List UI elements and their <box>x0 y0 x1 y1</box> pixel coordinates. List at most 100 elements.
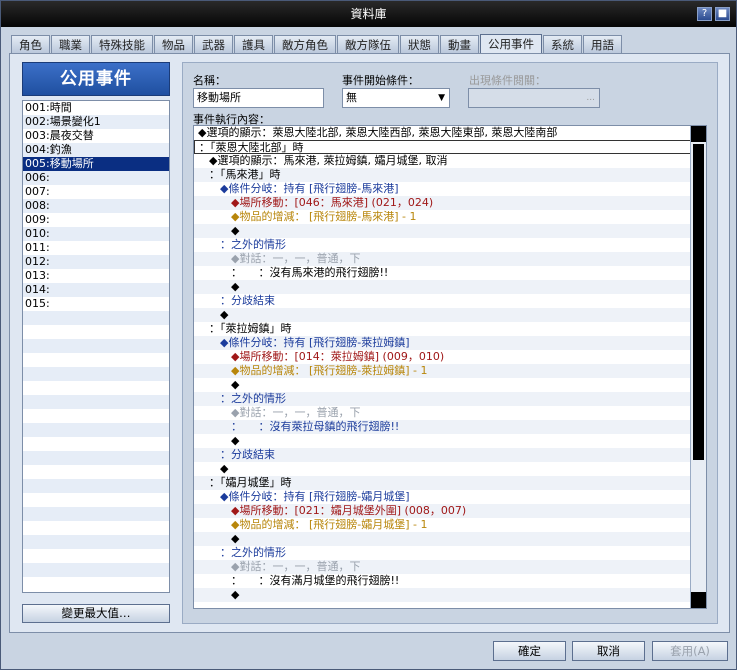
command-text: ： ：沒有萊拉母鎮的飛行翅膀!! <box>231 420 400 433</box>
tab-5[interactable]: 護具 <box>234 35 273 54</box>
tab-6[interactable]: 敵方角色 <box>274 35 336 54</box>
command-line[interactable]: ◆場所移動：[021：孀月城堡外圍] (008，007) <box>194 504 706 518</box>
apply-button: 套用(A) <box>652 641 728 661</box>
list-item-empty[interactable] <box>23 563 169 577</box>
list-item-empty[interactable] <box>23 549 169 563</box>
tab-9[interactable]: 動畫 <box>440 35 479 54</box>
tab-11[interactable]: 系統 <box>543 35 582 54</box>
scroll-thumb[interactable] <box>693 144 704 460</box>
list-item-empty[interactable] <box>23 479 169 493</box>
close-icon[interactable]: ■ <box>715 7 730 21</box>
list-item-empty[interactable] <box>23 409 169 423</box>
tab-bar: 角色 職業 特殊技能 物品 武器 護具 敵方角色 敵方隊伍 狀態 動畫 公用事件 系統 用語 <box>11 34 623 54</box>
command-text: ：「萊拉姆鎮」時 <box>209 322 292 335</box>
list-item[interactable]: 009: <box>23 213 169 227</box>
list-item-empty[interactable] <box>23 465 169 479</box>
list-item[interactable]: 011: <box>23 241 169 255</box>
command-line[interactable]: ◆對話：一，一，普通，下 <box>194 252 706 266</box>
list-item-empty[interactable] <box>23 451 169 465</box>
command-line[interactable]: ：之外的情形 <box>194 546 706 560</box>
list-item-empty[interactable] <box>23 423 169 437</box>
name-input[interactable]: 移動場所 <box>193 88 324 108</box>
list-item-empty[interactable] <box>23 577 169 591</box>
list-item-empty[interactable] <box>23 535 169 549</box>
trigger-select[interactable]: 無 ▼ <box>342 88 450 108</box>
command-line[interactable]: ：分歧結束 <box>194 294 706 308</box>
command-line[interactable]: ◆ <box>194 378 706 392</box>
vertical-scrollbar[interactable] <box>690 126 706 608</box>
list-item-empty[interactable] <box>23 367 169 381</box>
list-item-empty[interactable] <box>23 325 169 339</box>
scroll-up-arrow[interactable] <box>691 126 706 142</box>
change-max-button[interactable]: 變更最大值… <box>22 604 170 623</box>
command-text: ◆對話：一，一，普通，下 <box>231 252 361 265</box>
command-line[interactable]: ◆ <box>194 280 706 294</box>
tab-8[interactable]: 狀態 <box>400 35 439 54</box>
scroll-down-arrow[interactable] <box>691 592 706 608</box>
command-line[interactable]: ◆ <box>194 434 706 448</box>
list-item[interactable]: 002:場景變化1 <box>23 115 169 129</box>
command-line[interactable]: ◆對話：一，一，普通，下 <box>194 406 706 420</box>
command-line[interactable]: ◆ <box>194 588 706 602</box>
command-line[interactable]: ◆條件分岐：持有 [飛行翅膀-孀月城堡] <box>194 490 706 504</box>
list-item-empty[interactable] <box>23 437 169 451</box>
command-line[interactable]: ◆ <box>194 532 706 546</box>
command-line[interactable]: ：分歧結束 <box>194 448 706 462</box>
command-line[interactable]: ◆選項的顯示：萊恩大陸北部, 萊恩大陸西部, 萊恩大陸東部, 萊恩大陸南部 <box>194 126 706 140</box>
list-item-empty[interactable] <box>23 353 169 367</box>
list-item[interactable]: 005:移動場所 <box>23 157 169 171</box>
command-line[interactable]: ◆物品的增減： [飛行翅膀-馬來港] - 1 <box>194 210 706 224</box>
command-line[interactable]: ： ：沒有滿月城堡的飛行翅膀!! <box>194 574 706 588</box>
tab-10[interactable]: 公用事件 <box>480 34 542 54</box>
list-item[interactable]: 008: <box>23 199 169 213</box>
tab-1[interactable]: 職業 <box>51 35 90 54</box>
list-item-empty[interactable] <box>23 493 169 507</box>
list-item[interactable]: 007: <box>23 185 169 199</box>
tab-4[interactable]: 武器 <box>194 35 233 54</box>
list-item-empty[interactable] <box>23 521 169 535</box>
command-line[interactable]: ◆ <box>194 462 706 476</box>
help-icon[interactable]: ? <box>697 7 712 21</box>
list-item[interactable]: 006: <box>23 171 169 185</box>
list-item-empty[interactable] <box>23 381 169 395</box>
event-list[interactable]: 001:時間 002:場景變化1 003:晨夜交替 004:釣漁 005:移動場所 006… <box>22 100 170 593</box>
list-item[interactable]: 001:時間 <box>23 101 169 115</box>
tab-2[interactable]: 特殊技能 <box>91 35 153 54</box>
ok-button[interactable]: 確定 <box>493 641 566 661</box>
command-line[interactable]: ◆物品的增減： [飛行翅膀-萊拉姆鎮] - 1 <box>194 364 706 378</box>
list-item-empty[interactable] <box>23 507 169 521</box>
command-line[interactable]: ◆ <box>194 224 706 238</box>
command-line[interactable]: ◆場所移動：[046：馬來港] (021，024) <box>194 196 706 210</box>
command-line[interactable]: ： ：沒有馬來港的飛行翅膀!! <box>194 266 706 280</box>
list-item[interactable]: 015: <box>23 297 169 311</box>
command-line[interactable]: ： ：沒有萊拉母鎮的飛行翅膀!! <box>194 420 706 434</box>
list-item[interactable]: 012: <box>23 255 169 269</box>
command-line[interactable]: ：「萊拉姆鎮」時 <box>194 322 706 336</box>
list-item[interactable]: 010: <box>23 227 169 241</box>
command-line[interactable]: ：「萊恩大陸北部」時 <box>194 140 706 154</box>
tab-3[interactable]: 物品 <box>154 35 193 54</box>
command-line[interactable]: ：之外的情形 <box>194 238 706 252</box>
command-line[interactable]: ◆場所移動：[014：萊拉姆鎮] (009，010) <box>194 350 706 364</box>
list-item[interactable]: 004:釣漁 <box>23 143 169 157</box>
tab-0[interactable]: 角色 <box>11 35 50 54</box>
command-line[interactable]: ：「馬來港」時 <box>194 168 706 182</box>
list-item-empty[interactable] <box>23 395 169 409</box>
list-item[interactable]: 003:晨夜交替 <box>23 129 169 143</box>
command-line[interactable]: ◆ <box>194 308 706 322</box>
command-line[interactable]: ◆條件分岐：持有 [飛行翅膀-馬來港] <box>194 182 706 196</box>
command-line[interactable]: ◆對話：一，一，普通，下 <box>194 560 706 574</box>
event-commands-list[interactable]: ◆選項的顯示：萊恩大陸北部, 萊恩大陸西部, 萊恩大陸東部, 萊恩大陸南部 ：「萊… <box>193 125 707 609</box>
list-item[interactable]: 014: <box>23 283 169 297</box>
command-line[interactable]: ：「孀月城堡」時 <box>194 476 706 490</box>
command-line[interactable]: ◆條件分岐：持有 [飛行翅膀-萊拉姆鎮] <box>194 336 706 350</box>
tab-7[interactable]: 敵方隊伍 <box>337 35 399 54</box>
list-item-empty[interactable] <box>23 311 169 325</box>
command-line[interactable]: ：之外的情形 <box>194 392 706 406</box>
list-item-empty[interactable] <box>23 339 169 353</box>
tab-12[interactable]: 用語 <box>583 35 622 54</box>
command-line[interactable]: ◆物品的增減： [飛行翅膀-孀月城堡] - 1 <box>194 518 706 532</box>
cancel-button[interactable]: 取消 <box>572 641 645 661</box>
command-line[interactable]: ◆選項的顯示：馬來港, 萊拉姆鎮, 孀月城堡, 取消 <box>194 154 706 168</box>
list-item[interactable]: 013: <box>23 269 169 283</box>
